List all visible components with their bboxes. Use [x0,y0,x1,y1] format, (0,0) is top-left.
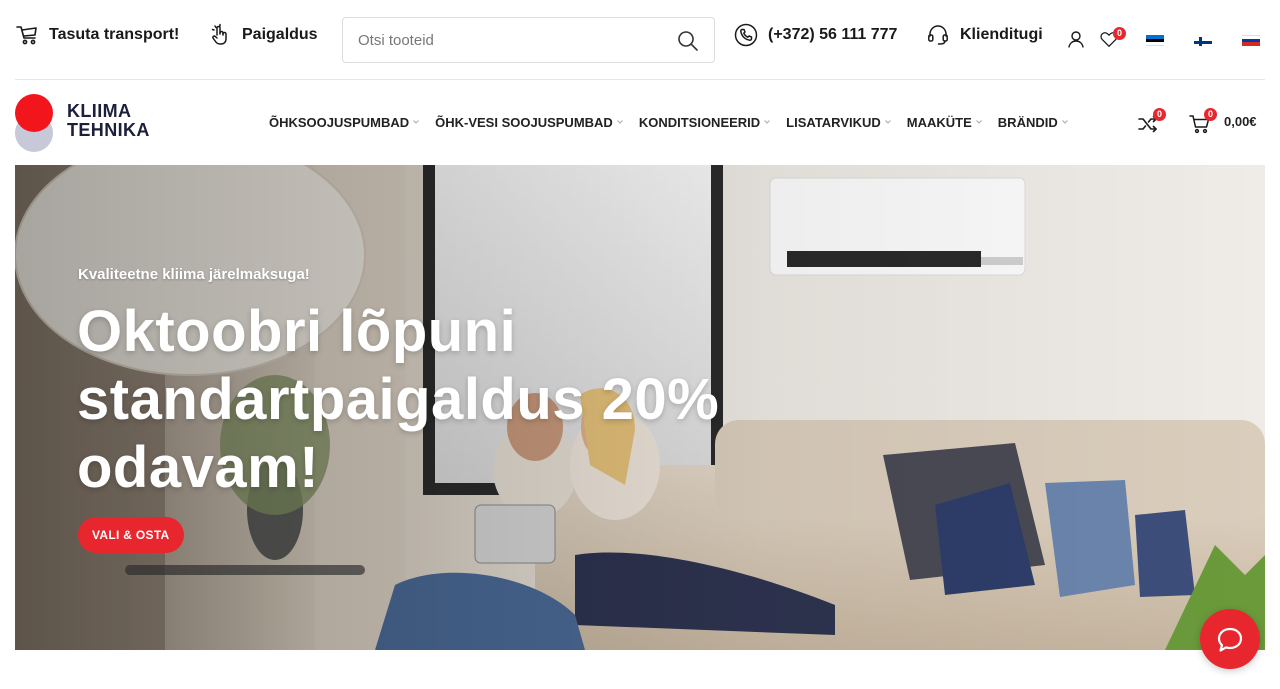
customer-support-link[interactable]: Klienditugi [926,22,1043,48]
site-logo[interactable]: KLIIMA TEHNIKA [15,94,175,152]
nav-item-air-conditioners[interactable]: KONDITSIONEERID [639,112,771,132]
compare-button[interactable]: 0 [1136,108,1166,136]
cart-total[interactable]: 0,00€ [1224,114,1257,129]
installation-link[interactable]: Paigaldus [208,22,318,48]
search-input[interactable] [343,18,663,62]
logo-line1: KLIIMA [67,101,132,121]
hero-title-line2: standartpaigaldus 20% [77,367,720,432]
chat-widget-button[interactable] [1200,609,1260,669]
headset-icon [926,23,950,47]
top-bar: Tasuta transport! Paigaldus Otsi tooteid… [15,0,1265,80]
nav-item-label: ÕHK-VESI SOOJUSPUMBAD [435,114,613,130]
hand-tap-icon [208,23,232,47]
nav-item-brands[interactable]: BRÄNDID [998,112,1069,132]
language-russian-flag[interactable] [1242,35,1260,46]
chevron-down-icon [1061,118,1069,126]
compare-count-badge: 0 [1153,108,1166,121]
logo-red-circle [15,94,53,132]
free-transport-link[interactable]: Tasuta transport! [15,22,179,48]
cart-icon [1188,115,1212,140]
nav-item-label: LISATARVIKUD [786,114,881,130]
cart-count-badge: 0 [1204,108,1217,121]
chevron-down-icon [884,118,892,126]
chevron-down-icon [975,118,983,126]
nav-item-ground-heating[interactable]: MAAKÜTE [907,112,983,132]
nav-item-label: MAAKÜTE [906,114,972,130]
shop-now-button[interactable]: VALI & OSTA [78,517,184,553]
truck-icon [15,23,39,47]
installation-label: Paigaldus [242,26,318,43]
shuffle-icon [1136,115,1160,140]
chevron-down-icon [412,118,420,126]
hero-title: Oktoobri lõpuni standartpaigaldus 20% od… [77,298,797,502]
main-nav: ÕHKSOOJUSPUMBAD ÕHK-VESI SOOJUSPUMBAD KO… [269,112,1084,132]
hero-banner: Kvaliteetne kliima järelmaksuga! Oktoobr… [15,165,1265,650]
nav-item-label: KONDITSIONEERID [638,114,761,130]
phone-link[interactable]: (+372) 56 111 777 [734,22,897,48]
cart-button[interactable]: 0 [1188,108,1217,136]
nav-item-air-water-heat-pumps[interactable]: ÕHK-VESI SOOJUSPUMBAD [435,112,624,132]
nav-item-label: BRÄNDID [997,114,1058,130]
search-icon[interactable] [676,29,700,53]
nav-item-label: ÕHKSOOJUSPUMBAD [269,114,410,130]
hero-title-line3: odavam! [77,435,320,500]
logo-text: KLIIMA TEHNIKA [67,102,150,140]
heart-icon [1099,32,1119,54]
phone-icon [734,23,758,47]
hero-subtitle: Kvaliteetne kliima järelmaksuga! [78,266,310,283]
customer-support-label: Klienditugi [960,26,1043,43]
language-finnish-flag[interactable] [1194,35,1212,46]
phone-number: (+372) 56 111 777 [768,26,898,43]
search-box [342,17,715,63]
user-icon[interactable] [1065,28,1087,50]
chevron-down-icon [616,118,624,126]
wishlist-count-badge: 0 [1113,27,1126,40]
nav-item-air-heat-pumps[interactable]: ÕHKSOOJUSPUMBAD [269,112,420,132]
hero-title-line1: Oktoobri lõpuni [77,299,517,364]
chevron-down-icon [763,118,771,126]
nav-item-accessories[interactable]: LISATARVIKUD [786,112,892,132]
language-estonian-flag[interactable] [1146,35,1164,46]
wishlist-button[interactable]: 0 [1099,27,1126,50]
logo-line2: TEHNIKA [67,120,150,140]
free-transport-label: Tasuta transport! [49,26,180,43]
